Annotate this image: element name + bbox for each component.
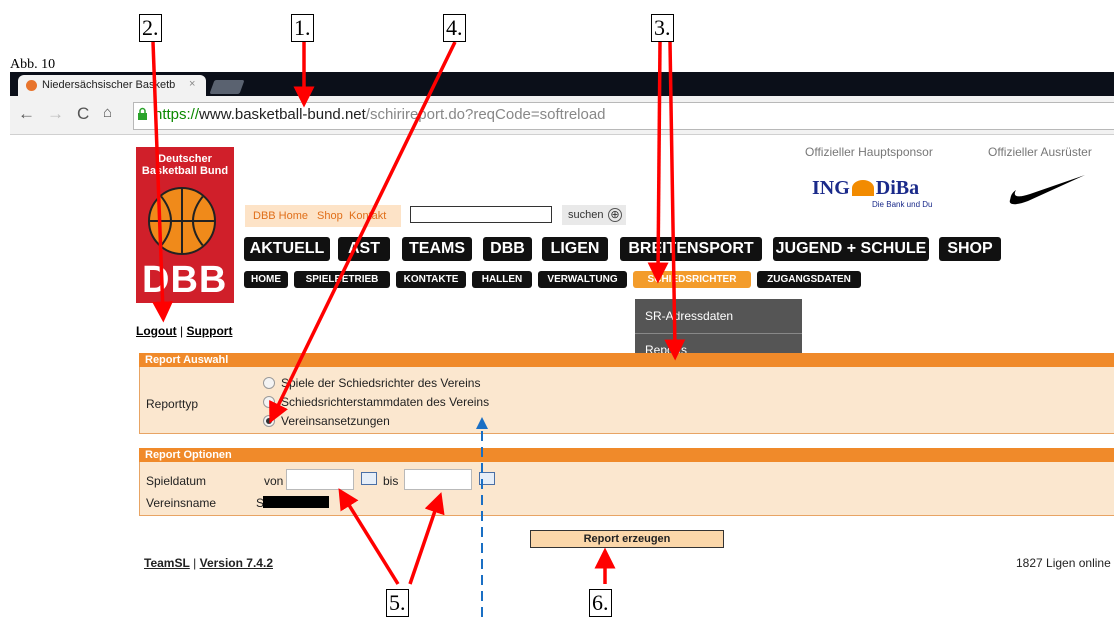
bis-label: bis — [383, 474, 399, 488]
radio-spiele[interactable] — [263, 377, 275, 389]
url-text[interactable]: https://www.basketball-bund.net/schirire… — [154, 106, 606, 123]
ing-tagline: Die Bank und Du — [872, 200, 933, 209]
callout-2: 2. — [139, 14, 162, 42]
logout-link[interactable]: Logout — [136, 324, 177, 338]
nav-aktuell[interactable]: AKTUELL — [244, 237, 330, 261]
link-dbb-home[interactable]: DBB Home — [253, 210, 308, 222]
nav-ast[interactable]: AST — [338, 237, 390, 261]
radio-vereinsansetzungen[interactable] — [263, 415, 275, 427]
plus-circle-icon: ⊕ — [608, 208, 622, 222]
subnav-home[interactable]: HOME — [244, 271, 288, 288]
calendar-from-icon[interactable] — [361, 472, 377, 485]
redaction-bar — [263, 496, 329, 508]
ligen-online-count: 1827 Ligen online — [1016, 556, 1111, 570]
support-link[interactable]: Support — [186, 324, 232, 338]
spieldatum-label: Spieldatum — [146, 474, 207, 488]
forward-arrow-icon[interactable]: → — [47, 104, 64, 124]
back-arrow-icon[interactable]: ← — [18, 104, 35, 124]
nav-ligen[interactable]: LIGEN — [542, 237, 608, 261]
callout-6: 6. — [589, 589, 612, 617]
calendar-to-icon[interactable] — [479, 472, 495, 485]
von-label: von — [264, 474, 284, 488]
search-button[interactable]: suchen ⊕ — [562, 205, 626, 225]
reporttyp-label: Reporttyp — [146, 397, 199, 411]
radio-vereinsansetzungen-label[interactable]: Vereinsansetzungen — [281, 414, 390, 428]
callout-1: 1. — [291, 14, 314, 42]
ing-diba-logo[interactable]: ING DiBa — [812, 177, 919, 200]
nike-swoosh-icon[interactable] — [1008, 172, 1086, 206]
callout-4: 4. — [443, 14, 466, 42]
favicon-icon — [26, 80, 37, 91]
teamsl-link[interactable]: TeamSL — [144, 556, 190, 570]
logo-line2: Basketball Bund — [141, 165, 229, 177]
search-input[interactable] — [410, 206, 552, 223]
logo-mark: DBB — [142, 259, 228, 301]
report-erzeugen-button[interactable]: Report erzeugen — [530, 530, 724, 548]
reload-icon[interactable]: C — [77, 104, 89, 124]
user-links: Logout | Support — [136, 324, 233, 338]
logo-line1: Deutscher — [158, 153, 212, 165]
top-links: DBB Home Shop Kontakt — [245, 205, 401, 227]
home-icon[interactable]: ⌂ — [103, 104, 112, 121]
browser-tab[interactable]: Niedersächsischer Basketb × — [18, 75, 206, 96]
subnav-zugangsdaten[interactable]: ZUGANGSDATEN — [757, 271, 861, 288]
menu-item-sr-adressdaten[interactable]: SR-Adressdaten — [635, 300, 802, 332]
nav-shop[interactable]: SHOP — [939, 237, 1001, 261]
subnav-kontakte[interactable]: KONTAKTE — [396, 271, 466, 288]
lock-icon — [138, 107, 147, 120]
link-kontakt[interactable]: Kontakt — [349, 210, 386, 222]
footer-links: TeamSL | Version 7.4.2 — [144, 556, 273, 570]
dbb-logo[interactable]: Deutscher Basketball Bund DBB — [136, 147, 234, 303]
vereinsname-label: Vereinsname — [146, 496, 217, 510]
subnav-hallen[interactable]: HALLEN — [472, 271, 532, 288]
report-optionen-header: Report Optionen — [139, 448, 1114, 462]
callout-5: 5. — [386, 589, 409, 617]
radio-stammdaten[interactable] — [263, 396, 275, 408]
nav-breitensport[interactable]: BREITENSPORT — [620, 237, 762, 261]
tab-title: Niedersächsischer Basketb — [42, 79, 176, 91]
lion-icon — [851, 180, 874, 196]
subnav-verwaltung[interactable]: VERWALTUNG — [538, 271, 627, 288]
date-to-input[interactable] — [404, 469, 472, 490]
figure-label: Abb. 10 — [10, 57, 56, 72]
radio-stammdaten-label[interactable]: Schiedsrichterstammdaten des Vereins — [281, 395, 489, 409]
close-tab-icon[interactable]: × — [189, 78, 195, 90]
basketball-icon — [148, 187, 216, 255]
link-shop[interactable]: Shop — [317, 210, 343, 222]
main-sponsor-label: Offizieller Hauptsponsor — [805, 145, 933, 159]
radio-spiele-label[interactable]: Spiele der Schiedsrichter des Vereins — [281, 376, 480, 390]
outfitter-label: Offizieller Ausrüster — [988, 145, 1092, 159]
version-link[interactable]: Version 7.4.2 — [200, 556, 273, 570]
nav-teams[interactable]: TEAMS — [402, 237, 472, 261]
nav-dbb[interactable]: DBB — [483, 237, 532, 261]
new-tab-button[interactable] — [209, 80, 245, 94]
subnav-schiedsrichter[interactable]: SCHIEDSRICHTER — [633, 271, 751, 288]
callout-3: 3. — [651, 14, 674, 42]
report-auswahl-header: Report Auswahl — [139, 353, 1114, 367]
nav-jugend-schule[interactable]: JUGEND + SCHULE — [773, 237, 929, 261]
subnav-spielbetrieb[interactable]: SPIELBETRIEB — [294, 271, 390, 288]
date-from-input[interactable] — [286, 469, 354, 490]
